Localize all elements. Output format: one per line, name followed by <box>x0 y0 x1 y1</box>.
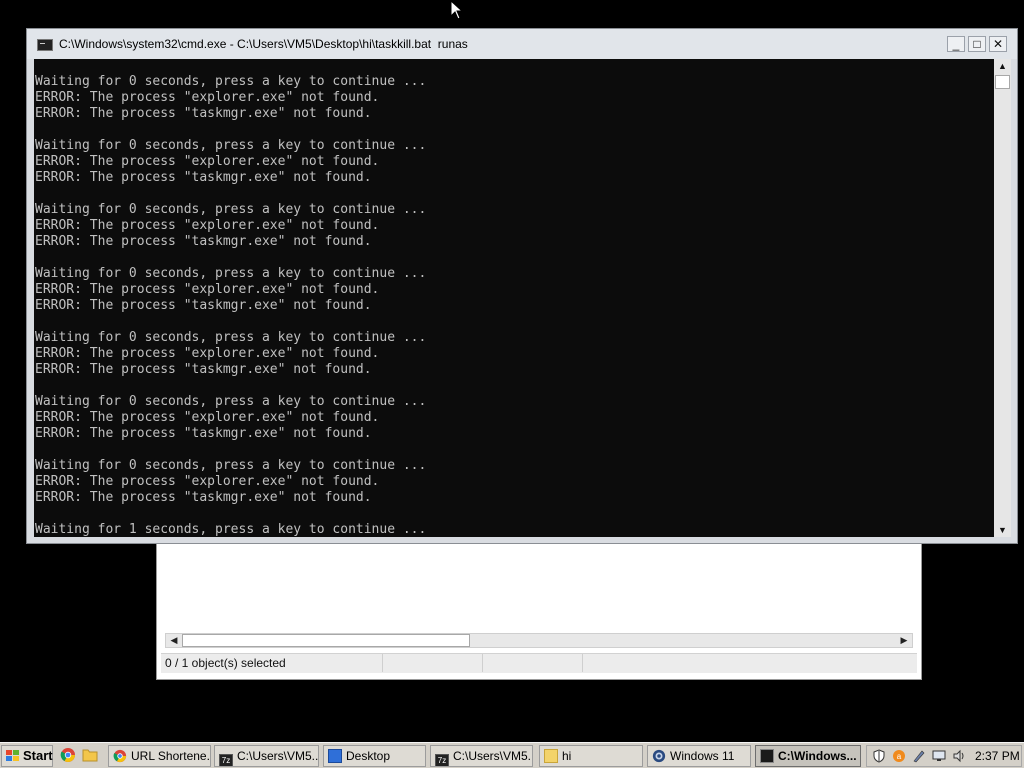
taskbar-button-7zip-1[interactable]: 7z C:\Users\VM5... <box>214 745 319 767</box>
taskbar-button-7zip-2[interactable]: 7z C:\Users\VM5... <box>430 745 533 767</box>
taskbar-button-label: C:\Users\VM5... <box>453 749 533 763</box>
status-selection-text: 0 / 1 object(s) selected <box>161 654 383 672</box>
console-line: ERROR: The process "explorer.exe" not fo… <box>35 218 380 233</box>
7zip-icon: 7z <box>219 754 233 766</box>
7zip-icon: 7z <box>435 754 449 766</box>
horizontal-scrollbar[interactable]: ◀ ▶ <box>165 633 913 648</box>
taskbar-button-label: C:\Windows... <box>778 749 857 763</box>
console-output[interactable]: Waiting for 0 seconds, press a key to co… <box>34 59 994 537</box>
console-line: ERROR: The process "taskmgr.exe" not fou… <box>35 170 372 185</box>
start-button[interactable]: Start <box>1 745 53 767</box>
taskbar-button-url-shortener[interactable]: URL Shortene... <box>108 745 211 767</box>
shield-icon[interactable] <box>872 749 886 763</box>
chrome-icon <box>113 749 127 763</box>
minimize-button[interactable]: _ <box>947 36 965 52</box>
status-cell <box>583 654 913 672</box>
console-line: ERROR: The process "explorer.exe" not fo… <box>35 282 380 297</box>
console-text: Waiting for 0 seconds, press a key to co… <box>35 74 426 537</box>
vertical-scrollbar[interactable]: ▲ ▼ <box>994 59 1011 537</box>
pen-icon[interactable] <box>912 749 926 763</box>
console-line: Waiting for 0 seconds, press a key to co… <box>35 202 427 217</box>
svg-text:a: a <box>897 752 902 761</box>
console-line: Waiting for 0 seconds, press a key to co… <box>35 74 427 89</box>
scrollbar-thumb[interactable] <box>182 634 470 647</box>
console-line: ERROR: The process "taskmgr.exe" not fou… <box>35 298 372 313</box>
console-line: Waiting for 0 seconds, press a key to co… <box>35 266 427 281</box>
explorer-window: ◀ ▶ 0 / 1 object(s) selected <box>156 540 922 680</box>
console-line: Waiting for 0 seconds, press a key to co… <box>35 394 427 409</box>
console-line: ERROR: The process "explorer.exe" not fo… <box>35 154 380 169</box>
console-line: ERROR: The process "explorer.exe" not fo… <box>35 474 380 489</box>
taskbar-button-label: hi <box>562 749 572 763</box>
taskbar-button-windows-11[interactable]: Windows 11 <box>647 745 751 767</box>
cmd-window: C:\Windows\system32\cmd.exe - C:\Users\V… <box>26 28 1018 544</box>
scroll-left-icon[interactable]: ◀ <box>167 635 181 646</box>
console-line: ERROR: The process "explorer.exe" not fo… <box>35 90 380 105</box>
console-line: ERROR: The process "taskmgr.exe" not fou… <box>35 490 372 505</box>
status-cell <box>483 654 583 672</box>
console-line: ERROR: The process "taskmgr.exe" not fou… <box>35 426 372 441</box>
window-title: C:\Windows\system32\cmd.exe - C:\Users\V… <box>59 37 468 51</box>
taskbar-button-hi-folder[interactable]: hi <box>539 745 643 767</box>
console-line: ERROR: The process "taskmgr.exe" not fou… <box>35 106 372 121</box>
system-tray: a 2:37 PM <box>866 745 1022 767</box>
title-bar[interactable]: C:\Windows\system32\cmd.exe - C:\Users\V… <box>27 29 1017 59</box>
console-line: ERROR: The process "taskmgr.exe" not fou… <box>35 362 372 377</box>
folder-icon[interactable] <box>82 747 98 763</box>
taskbar-button-label: URL Shortene... <box>131 749 211 763</box>
console-line: Waiting for 0 seconds, press a key to co… <box>35 330 427 345</box>
volume-icon[interactable] <box>952 749 966 763</box>
desktop-icon <box>328 749 342 763</box>
mouse-cursor-icon <box>450 0 464 20</box>
chrome-icon[interactable] <box>60 747 76 763</box>
maximize-button[interactable]: □ <box>968 36 986 52</box>
taskbar-button-label: Windows 11 <box>670 749 735 763</box>
clock[interactable]: 2:37 PM <box>975 746 1020 766</box>
windows-flag-icon <box>6 750 19 761</box>
cmd-icon <box>37 39 53 51</box>
taskbar-button-desktop[interactable]: Desktop <box>323 745 426 767</box>
folder-icon <box>544 749 558 763</box>
console-line: Waiting for 0 seconds, press a key to co… <box>35 138 427 153</box>
taskbar: Start URL Shortene... 7z C:\Users\VM5... … <box>0 742 1024 768</box>
start-label: Start <box>23 748 53 763</box>
console-line: ERROR: The process "explorer.exe" not fo… <box>35 346 380 361</box>
network-icon[interactable] <box>932 749 946 763</box>
scrollbar-thumb[interactable] <box>995 75 1010 89</box>
avast-icon[interactable]: a <box>892 749 906 763</box>
status-cell <box>383 654 483 672</box>
taskbar-button-cmd[interactable]: C:\Windows... <box>755 745 861 767</box>
close-button[interactable]: ✕ <box>989 36 1007 52</box>
console-line: ERROR: The process "explorer.exe" not fo… <box>35 410 380 425</box>
windows11-icon <box>652 749 666 763</box>
status-bar: 0 / 1 object(s) selected <box>161 653 917 673</box>
scroll-down-icon[interactable]: ▼ <box>996 524 1009 536</box>
console-line: Waiting for 0 seconds, press a key to co… <box>35 458 427 473</box>
cmd-icon <box>760 749 774 763</box>
console-line: ERROR: The process "taskmgr.exe" not fou… <box>35 234 372 249</box>
taskbar-button-label: Desktop <box>346 749 391 763</box>
console-line: Waiting for 1 seconds, press a key to co… <box>35 522 427 537</box>
scroll-right-icon[interactable]: ▶ <box>897 635 911 646</box>
taskbar-button-label: C:\Users\VM5... <box>237 749 319 763</box>
scroll-up-icon[interactable]: ▲ <box>996 60 1009 72</box>
